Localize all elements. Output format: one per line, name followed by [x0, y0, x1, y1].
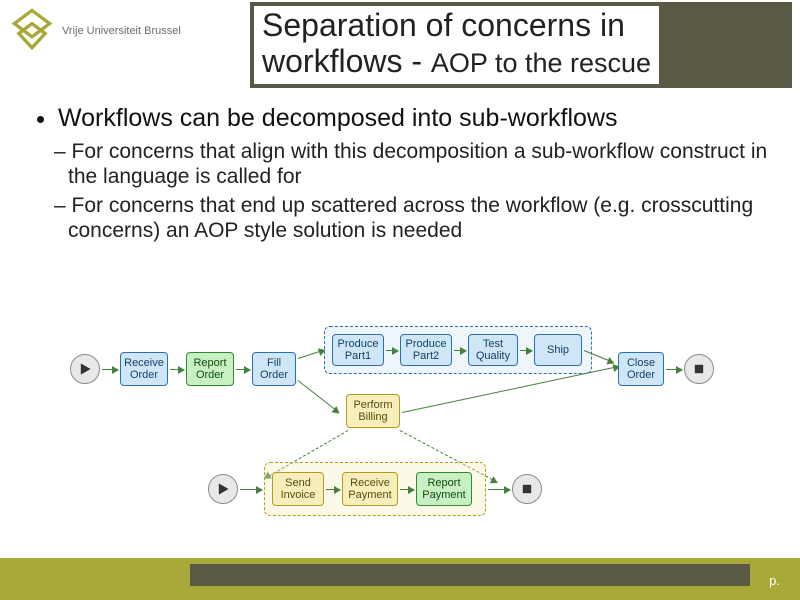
arrow-icon	[488, 489, 510, 490]
arrow-icon	[520, 350, 532, 351]
node-test-quality: Test Quality	[468, 334, 518, 366]
node-report-order: Report Order	[186, 352, 234, 386]
arrow-icon	[400, 489, 414, 490]
sub-bullet-list: For concerns that align with this decomp…	[28, 133, 772, 244]
arrow-icon	[236, 369, 250, 370]
arrow-icon	[102, 369, 118, 370]
arrow-icon	[298, 380, 340, 413]
node-ship: Ship	[534, 334, 582, 366]
node-perform-billing: Perform Billing	[346, 394, 400, 428]
start-icon	[208, 474, 238, 504]
arrow-icon	[386, 350, 398, 351]
bullet-main: Workflows can be decomposed into sub-wor…	[58, 104, 772, 133]
bullet-list: Workflows can be decomposed into sub-wor…	[28, 104, 772, 133]
node-report-payment: Report Payment	[416, 472, 472, 506]
title-band: Separation of concerns in workflows - AO…	[250, 2, 792, 88]
title-line-1: Separation of concerns in	[262, 8, 651, 44]
university-name: Vrije Universiteit Brussel	[62, 25, 181, 37]
sub-bullet-2: For concerns that end up scattered acros…	[54, 193, 772, 243]
title-line-2: workflows - AOP to the rescue	[262, 44, 651, 80]
node-send-invoice: Send Invoice	[272, 472, 324, 506]
slide-header: Vrije Universiteit Brussel Separation of…	[0, 0, 800, 90]
arrow-icon	[326, 489, 340, 490]
slide-body: Workflows can be decomposed into sub-wor…	[0, 90, 800, 244]
node-produce-part1: Produce Part1	[332, 334, 384, 366]
start-icon	[70, 354, 100, 384]
end-icon	[684, 354, 714, 384]
node-close-order: Close Order	[618, 352, 664, 386]
node-fill-order: Fill Order	[252, 352, 296, 386]
arrow-icon	[240, 489, 262, 490]
workflow-diagram: Receive Order Report Order Fill Order Pr…	[70, 322, 730, 530]
university-logo: Vrije Universiteit Brussel	[10, 6, 181, 55]
logo-triangle-icon	[10, 6, 54, 55]
arrow-icon	[298, 349, 325, 359]
footer-inner-band	[190, 564, 750, 586]
footer-band: p.	[0, 558, 800, 600]
node-produce-part2: Produce Part2	[400, 334, 452, 366]
end-icon	[512, 474, 542, 504]
sub-bullet-1: For concerns that align with this decomp…	[54, 139, 772, 189]
node-receive-payment: Receive Payment	[342, 472, 398, 506]
arrow-icon	[454, 350, 466, 351]
arrow-icon	[666, 369, 682, 370]
node-receive-order: Receive Order	[120, 352, 168, 386]
slide-title: Separation of concerns in workflows - AO…	[254, 6, 659, 84]
page-number-marker: p.	[769, 573, 780, 588]
arrow-icon	[170, 369, 184, 370]
